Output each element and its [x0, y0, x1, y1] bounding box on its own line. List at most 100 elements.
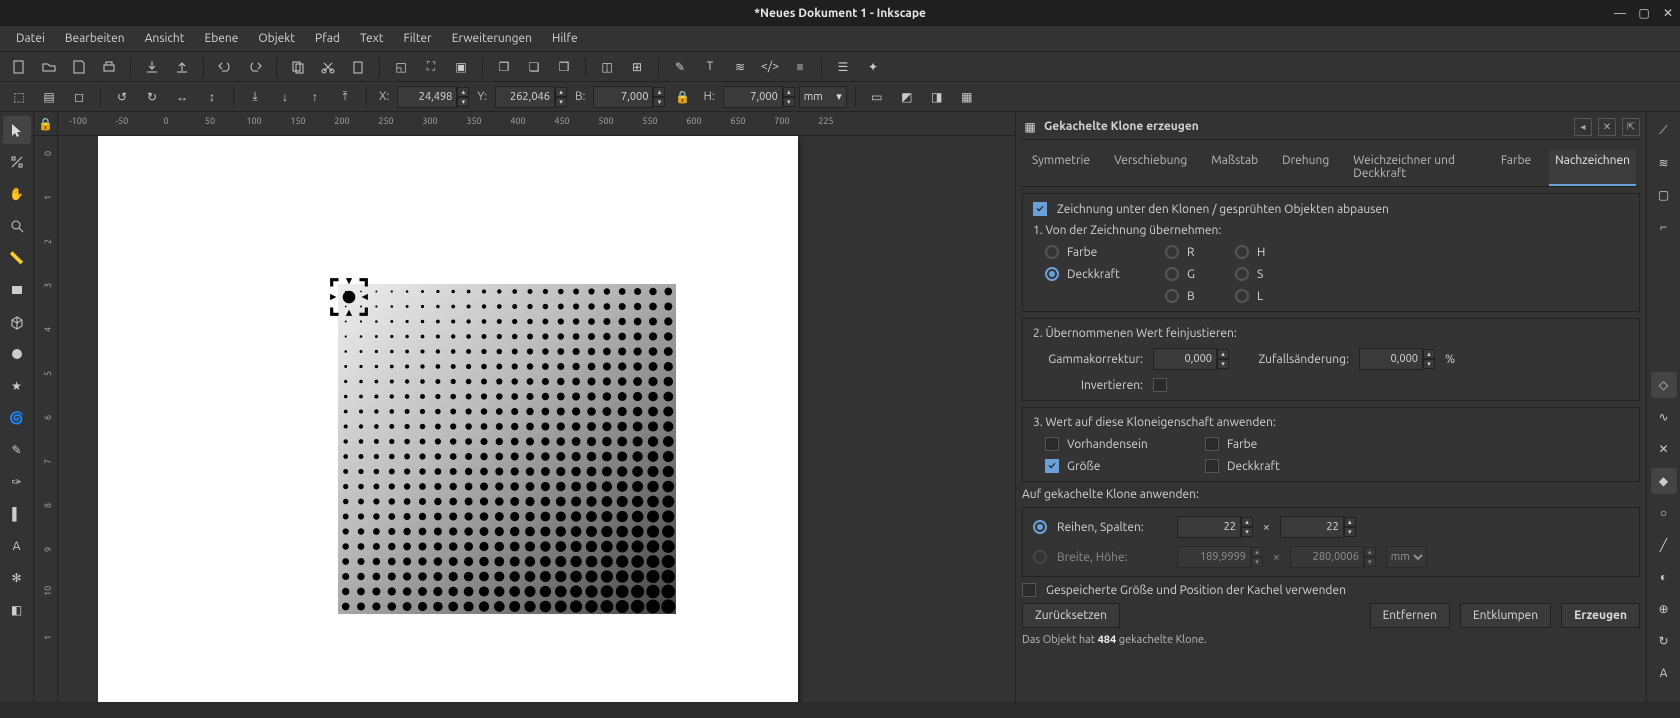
raise-icon[interactable]: ↑: [302, 84, 328, 110]
rotate-ccw-icon[interactable]: ↺: [109, 84, 135, 110]
redo-icon[interactable]: [242, 54, 268, 80]
duplicate-icon[interactable]: ❐: [491, 54, 517, 80]
print-icon[interactable]: [96, 54, 122, 80]
copy-icon[interactable]: [285, 54, 311, 80]
eraser-tool-icon[interactable]: ◧: [3, 596, 31, 624]
snap-nodes-icon[interactable]: ◇: [1651, 372, 1677, 398]
menu-hilfe[interactable]: Hilfe: [542, 29, 588, 48]
radio-deckkraft[interactable]: [1045, 267, 1059, 281]
tab-drehung[interactable]: Drehung: [1276, 150, 1335, 186]
select-all-layers-icon[interactable]: ▤: [36, 84, 62, 110]
trace-checkbox[interactable]: [1033, 202, 1047, 216]
width-input[interactable]: [1177, 546, 1251, 568]
spray-tool-icon[interactable]: ✻: [3, 564, 31, 592]
group-icon[interactable]: ◫: [594, 54, 620, 80]
coord-w-down[interactable]: ▾: [653, 97, 665, 107]
calligraphy-tool-icon[interactable]: ▌: [3, 500, 31, 528]
fill-stroke-icon[interactable]: ✎: [667, 54, 693, 80]
ungroup-icon[interactable]: ⊞: [624, 54, 650, 80]
rect-tool-icon[interactable]: [3, 276, 31, 304]
ruler-corner-icon[interactable]: 🔒: [34, 112, 58, 136]
chk-deckkraft-apply[interactable]: [1205, 459, 1219, 473]
selection-handles[interactable]: [328, 276, 370, 318]
deselect-icon[interactable]: ◻: [66, 84, 92, 110]
new-file-icon[interactable]: [6, 54, 32, 80]
lower-bottom-icon[interactable]: ⤓: [242, 84, 268, 110]
document-properties-icon[interactable]: ✦: [860, 54, 886, 80]
menu-datei[interactable]: Datei: [6, 29, 55, 48]
flip-v-icon[interactable]: ↕: [199, 84, 225, 110]
panel-minimize-icon[interactable]: ◂: [1574, 118, 1592, 136]
radio-g[interactable]: [1165, 267, 1179, 281]
remove-button[interactable]: Entfernen: [1370, 603, 1450, 628]
radio-wh-mode[interactable]: [1033, 550, 1047, 564]
chk-vorhandensein[interactable]: [1045, 437, 1059, 451]
tab-verschiebung[interactable]: Verschiebung: [1108, 150, 1193, 186]
text-tool-icon[interactable]: A: [3, 532, 31, 560]
menu-erweiterungen[interactable]: Erweiterungen: [442, 29, 542, 48]
save-icon[interactable]: [66, 54, 92, 80]
invert-checkbox[interactable]: [1153, 378, 1167, 392]
coord-x-up[interactable]: ▴: [457, 87, 469, 97]
snap-smooth-icon[interactable]: ○: [1651, 500, 1677, 526]
coord-h-down[interactable]: ▾: [783, 97, 795, 107]
tab-weichzeichner[interactable]: Weichzeichner und Deckkraft: [1347, 150, 1483, 186]
xml-icon[interactable]: </>: [757, 54, 783, 80]
menu-pfad[interactable]: Pfad: [305, 29, 350, 48]
lock-aspect-icon[interactable]: 🔒: [669, 84, 695, 110]
measure-tool-icon[interactable]: 📏: [3, 244, 31, 272]
ruler-vertical[interactable]: 0123456789101: [34, 136, 58, 702]
radio-b[interactable]: [1165, 289, 1179, 303]
snap-edge-icon[interactable]: ⌐: [1651, 214, 1677, 240]
text-dialog-icon[interactable]: T: [697, 54, 723, 80]
maximize-button[interactable]: ▢: [1636, 5, 1652, 21]
zoom-drawing-icon[interactable]: ⛶: [418, 54, 444, 80]
affect-pattern-icon[interactable]: ▦: [954, 84, 980, 110]
snap-master-icon[interactable]: ⟋: [1651, 118, 1677, 144]
canvas[interactable]: [58, 136, 1015, 702]
panel-detach-icon[interactable]: ⇱: [1622, 118, 1640, 136]
preferences-icon[interactable]: ☰: [830, 54, 856, 80]
import-icon[interactable]: [139, 54, 165, 80]
menu-text[interactable]: Text: [350, 29, 394, 48]
coord-unit-select[interactable]: mm▾: [799, 86, 847, 108]
coord-x-input[interactable]: [397, 86, 457, 108]
snap-line-icon[interactable]: ╱: [1651, 532, 1677, 558]
ruler-horizontal[interactable]: -100-50050100150200250300350400450500550…: [58, 112, 1015, 136]
zoom-selection-icon[interactable]: ◱: [388, 54, 414, 80]
affect-gradient-icon[interactable]: ◨: [924, 84, 950, 110]
snap-cusp-icon[interactable]: ◆: [1651, 468, 1677, 494]
radio-l[interactable]: [1235, 289, 1249, 303]
menu-bearbeiten[interactable]: Bearbeiten: [55, 29, 135, 48]
flip-h-icon[interactable]: ↔: [169, 84, 195, 110]
node-tool-icon[interactable]: [3, 148, 31, 176]
selector-tool-icon[interactable]: [3, 116, 31, 144]
height-input[interactable]: [1290, 546, 1364, 568]
snap-center-icon[interactable]: ⊕: [1651, 596, 1677, 622]
lower-icon[interactable]: ↓: [272, 84, 298, 110]
align-icon[interactable]: ≡: [787, 54, 813, 80]
snap-rotation-icon[interactable]: ↻: [1651, 628, 1677, 654]
affect-stroke-icon[interactable]: ▭: [864, 84, 890, 110]
rand-input[interactable]: [1359, 348, 1423, 370]
cut-icon[interactable]: [315, 54, 341, 80]
open-icon[interactable]: [36, 54, 62, 80]
3dbox-tool-icon[interactable]: [3, 308, 31, 336]
coord-w-input[interactable]: [593, 86, 653, 108]
undo-icon[interactable]: [212, 54, 238, 80]
radio-rows-mode[interactable]: [1033, 520, 1047, 534]
coord-y-up[interactable]: ▴: [555, 87, 567, 97]
unlink-clone-icon[interactable]: ❒: [551, 54, 577, 80]
close-button[interactable]: ✕: [1660, 5, 1676, 21]
spiral-tool-icon[interactable]: 🌀: [3, 404, 31, 432]
select-all-icon[interactable]: ⬚: [6, 84, 32, 110]
saved-size-checkbox[interactable]: [1022, 583, 1036, 597]
tweak-tool-icon[interactable]: ✋: [3, 180, 31, 208]
tab-nachzeichnen[interactable]: Nachzeichnen: [1549, 150, 1636, 186]
snap-path-icon[interactable]: ∿: [1651, 404, 1677, 430]
pencil-tool-icon[interactable]: ✎: [3, 436, 31, 464]
unclump-button[interactable]: Entklumpen: [1460, 603, 1551, 628]
wh-unit-select[interactable]: mm: [1386, 546, 1427, 568]
create-button[interactable]: Erzeugen: [1561, 603, 1640, 628]
coord-w-up[interactable]: ▴: [653, 87, 665, 97]
